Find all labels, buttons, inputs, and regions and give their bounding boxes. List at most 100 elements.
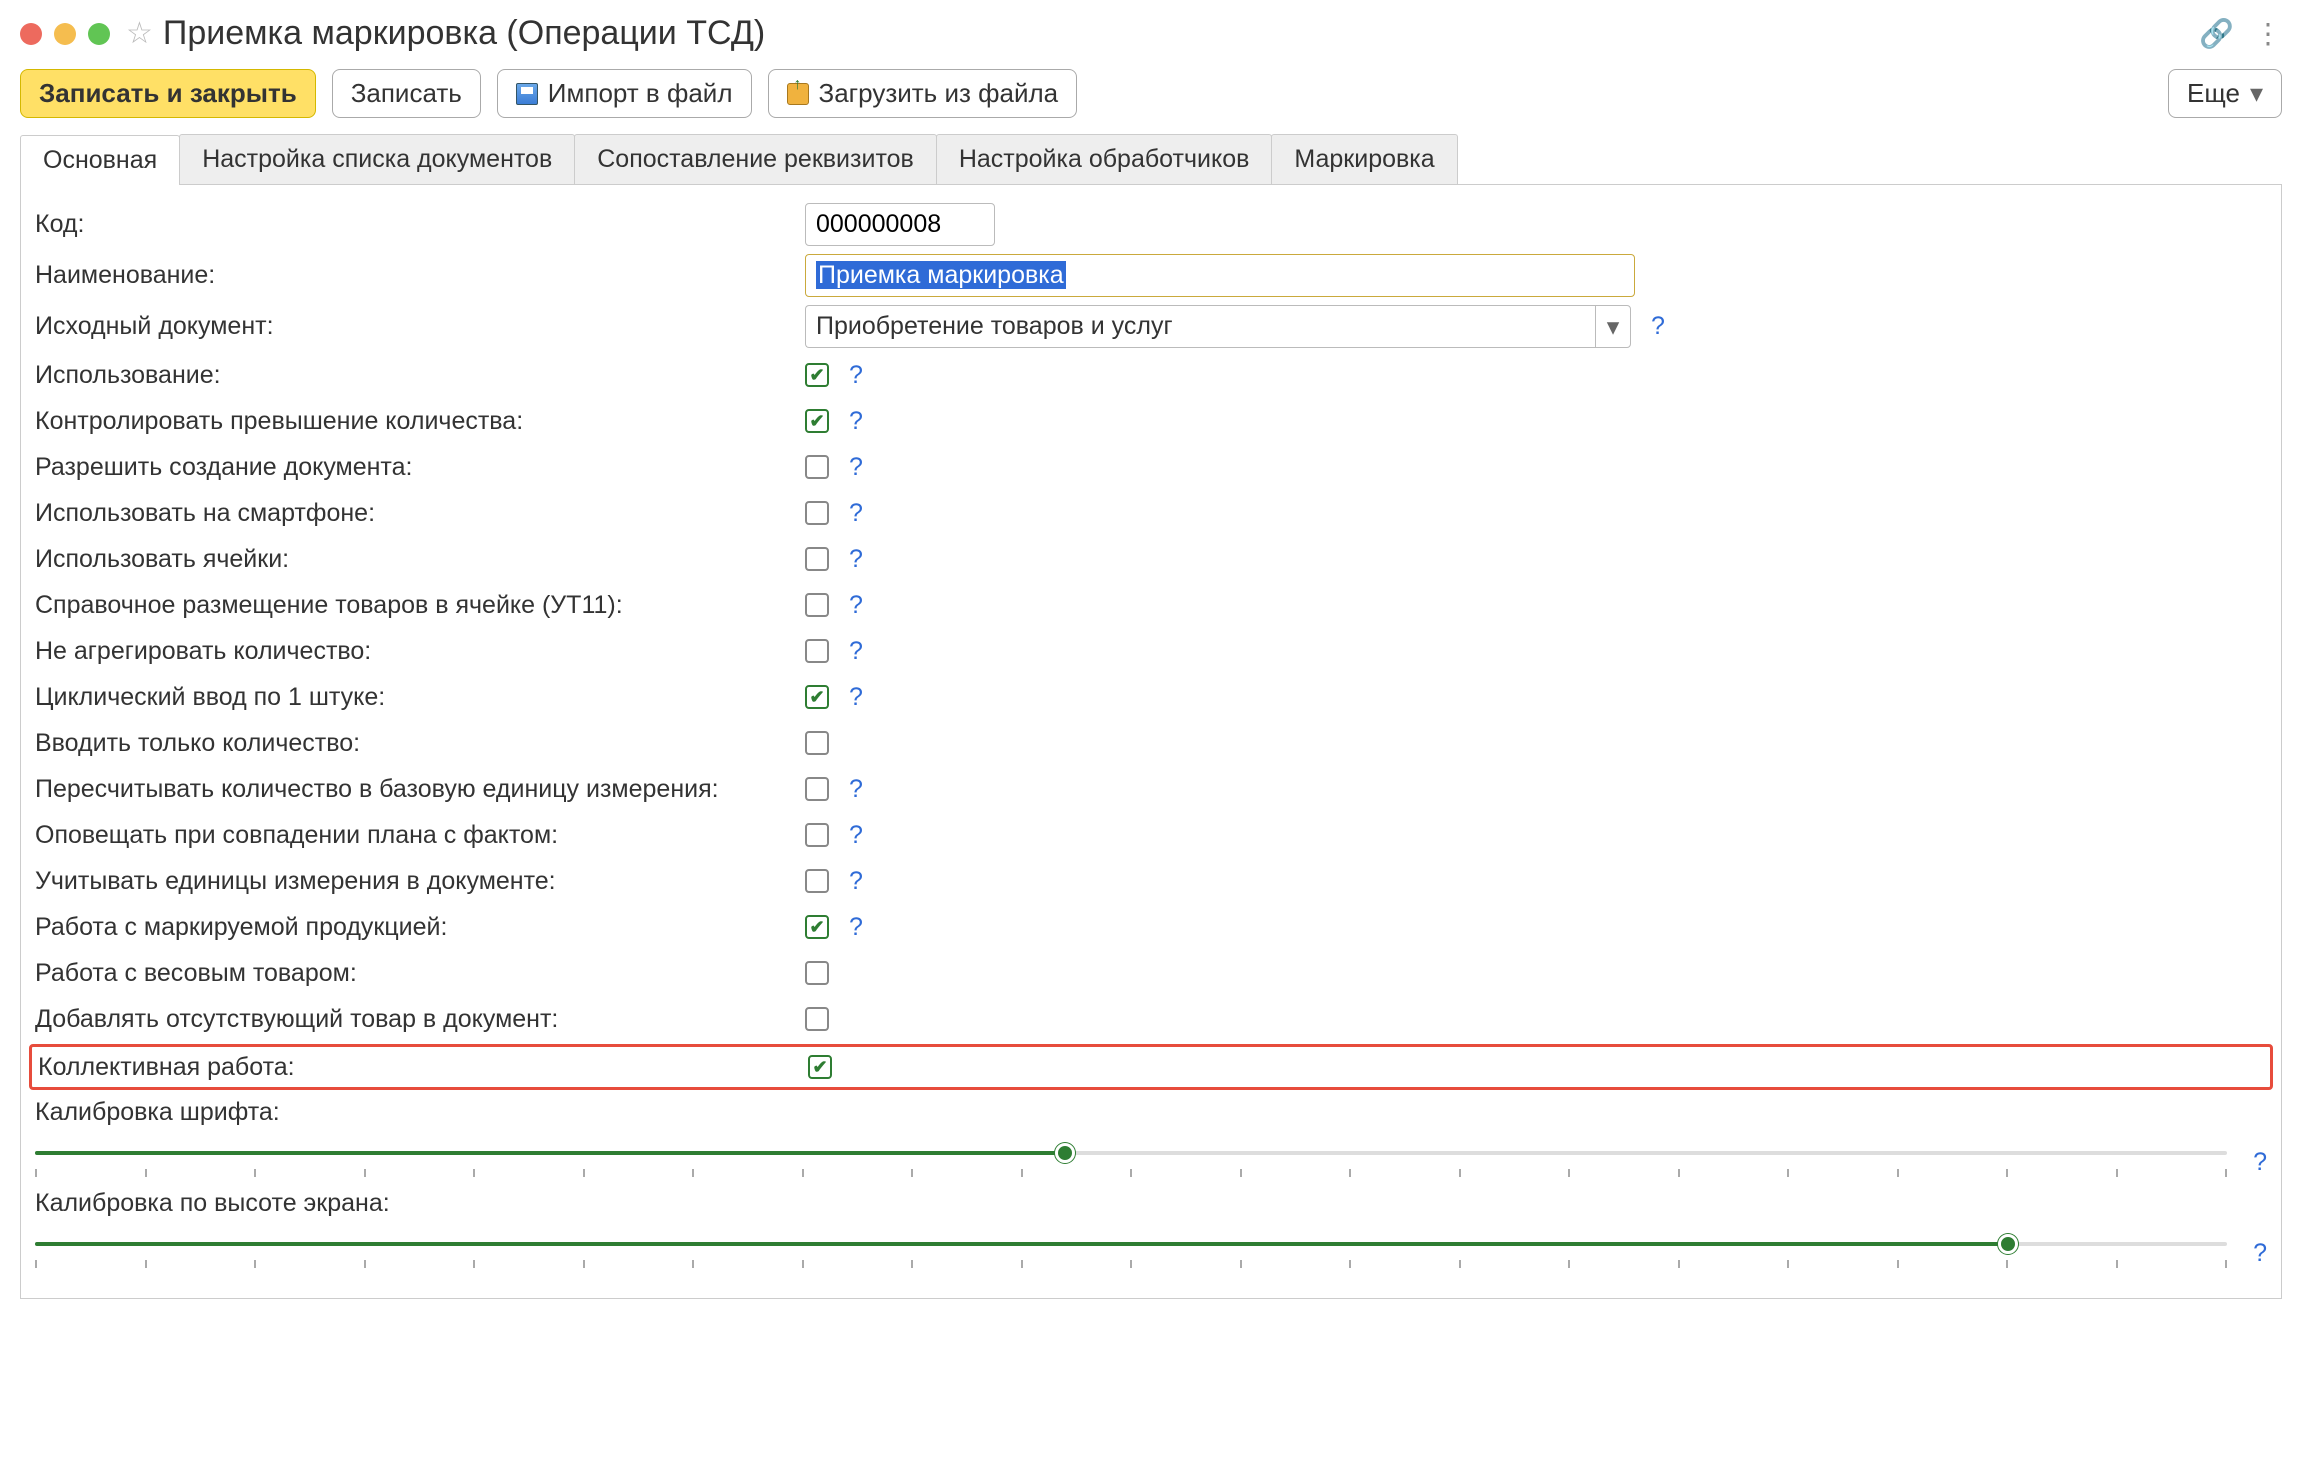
more-button[interactable]: Еще ▾	[2168, 69, 2282, 118]
tabs: ОсновнаяНастройка списка документовСопос…	[20, 134, 2282, 185]
checkbox[interactable]	[805, 501, 829, 525]
slider-ticks	[35, 1260, 2227, 1268]
code-label: Код:	[35, 210, 805, 239]
export-to-file-button[interactable]: Импорт в файл	[497, 69, 752, 118]
tab-2[interactable]: Сопоставление реквизитов	[574, 134, 937, 184]
checkbox[interactable]	[805, 593, 829, 617]
tab-4[interactable]: Маркировка	[1271, 134, 1457, 184]
source-doc-label: Исходный документ:	[35, 312, 805, 341]
check-row-2: Разрешить создание документа:?	[35, 444, 2267, 490]
slider-thumb[interactable]	[1998, 1234, 2018, 1254]
tab-3[interactable]: Настройка обработчиков	[936, 134, 1273, 184]
check-label: Справочное размещение товаров в ячейке (…	[35, 591, 805, 620]
help-icon[interactable]: ?	[849, 913, 863, 942]
maximize-window-icon[interactable]	[88, 23, 110, 45]
load-from-file-label: Загрузить из файла	[819, 78, 1059, 109]
help-icon[interactable]: ?	[849, 499, 863, 528]
checkbox[interactable]	[805, 731, 829, 755]
minimize-window-icon[interactable]	[54, 23, 76, 45]
checkbox[interactable]	[805, 639, 829, 663]
check-label: Контролировать превышение количества:	[35, 407, 805, 436]
check-label: Коллективная работа:	[38, 1053, 808, 1082]
font-calibration-block: Калибровка шрифта: ?	[35, 1092, 2267, 1183]
check-row-6: Не агрегировать количество:?	[35, 628, 2267, 674]
slider-thumb[interactable]	[1055, 1143, 1075, 1163]
help-icon[interactable]: ?	[849, 867, 863, 896]
name-input[interactable]: Приемка маркировка	[805, 254, 1635, 297]
checkbox[interactable]	[805, 1007, 829, 1031]
help-icon[interactable]: ?	[849, 775, 863, 804]
tab-0[interactable]: Основная	[20, 135, 180, 185]
code-input[interactable]	[805, 203, 995, 246]
help-icon[interactable]: ?	[849, 407, 863, 436]
check-row-12: Работа с маркируемой продукцией:?	[35, 904, 2267, 950]
source-doc-value: Приобретение товаров и услуг	[805, 305, 1595, 348]
font-calibration-label: Калибровка шрифта:	[35, 1098, 280, 1127]
more-label: Еще	[2187, 78, 2240, 109]
save-and-close-button[interactable]: Записать и закрыть	[20, 69, 316, 118]
traffic-lights	[20, 23, 110, 45]
help-icon[interactable]: ?	[1651, 312, 1665, 341]
check-row-0: Использование:?	[35, 352, 2267, 398]
checkbox[interactable]	[808, 1055, 832, 1079]
help-icon[interactable]: ?	[849, 683, 863, 712]
check-label: Пересчитывать количество в базовую едини…	[35, 775, 805, 804]
check-label: Разрешить создание документа:	[35, 453, 805, 482]
help-icon[interactable]: ?	[2253, 1148, 2267, 1177]
check-label: Использование:	[35, 361, 805, 390]
check-row-5: Справочное размещение товаров в ячейке (…	[35, 582, 2267, 628]
checkbox[interactable]	[805, 777, 829, 801]
check-label: Учитывать единицы измерения в документе:	[35, 867, 805, 896]
checkbox[interactable]	[805, 823, 829, 847]
source-doc-select[interactable]: Приобретение товаров и услуг ▾	[805, 305, 1631, 348]
help-icon[interactable]: ?	[849, 361, 863, 390]
checkbox[interactable]	[805, 869, 829, 893]
check-row-14: Добавлять отсутствующий товар в документ…	[35, 996, 2267, 1042]
check-row-4: Использовать ячейки:?	[35, 536, 2267, 582]
help-icon[interactable]: ?	[2253, 1239, 2267, 1268]
help-icon[interactable]: ?	[849, 545, 863, 574]
check-row-13: Работа с весовым товаром:	[35, 950, 2267, 996]
chevron-down-icon: ▾	[2250, 78, 2263, 109]
load-from-file-button[interactable]: Загрузить из файла	[768, 69, 1078, 118]
check-label: Вводить только количество:	[35, 729, 805, 758]
save-button[interactable]: Записать	[332, 69, 481, 118]
checkbox[interactable]	[805, 409, 829, 433]
help-icon[interactable]: ?	[849, 821, 863, 850]
check-label: Циклический ввод по 1 штуке:	[35, 683, 805, 712]
check-label: Не агрегировать количество:	[35, 637, 805, 666]
slider-fill	[35, 1151, 1065, 1155]
check-row-11: Учитывать единицы измерения в документе:…	[35, 858, 2267, 904]
help-icon[interactable]: ?	[849, 637, 863, 666]
height-calibration-slider[interactable]	[35, 1232, 2227, 1274]
kebab-menu-icon[interactable]: ⋮	[2254, 17, 2282, 50]
height-calibration-label: Калибровка по высоте экрана:	[35, 1189, 390, 1218]
close-window-icon[interactable]	[20, 23, 42, 45]
check-label: Работа с маркируемой продукцией:	[35, 913, 805, 942]
checkbox[interactable]	[805, 363, 829, 387]
export-to-file-label: Импорт в файл	[548, 78, 733, 109]
window-title: Приемка маркировка (Операции ТСД)	[163, 14, 765, 53]
tab-1[interactable]: Настройка списка документов	[179, 134, 575, 184]
main-tab-pane: Код: Наименование: Приемка маркировка Ис…	[20, 185, 2282, 1299]
checkbox[interactable]	[805, 455, 829, 479]
font-calibration-slider[interactable]	[35, 1141, 2227, 1183]
help-icon[interactable]: ?	[849, 453, 863, 482]
check-label: Работа с весовым товаром:	[35, 959, 805, 988]
checkbox[interactable]	[805, 961, 829, 985]
height-calibration-block: Калибровка по высоте экрана: ?	[35, 1183, 2267, 1274]
floppy-icon	[516, 83, 538, 105]
dropdown-icon[interactable]: ▾	[1595, 305, 1631, 348]
checkbox[interactable]	[805, 915, 829, 939]
favorite-star-icon[interactable]: ☆	[126, 16, 153, 51]
checkbox[interactable]	[805, 547, 829, 571]
name-input-selection: Приемка маркировка	[816, 261, 1066, 289]
link-icon[interactable]: 🔗	[2199, 17, 2234, 50]
toolbar: Записать и закрыть Записать Импорт в фай…	[20, 67, 2282, 134]
checkbox[interactable]	[805, 685, 829, 709]
window-header: ☆ Приемка маркировка (Операции ТСД) 🔗 ⋮	[20, 10, 2282, 67]
check-row-3: Использовать на смартфоне:?	[35, 490, 2267, 536]
name-label: Наименование:	[35, 261, 805, 290]
help-icon[interactable]: ?	[849, 591, 863, 620]
slider-ticks	[35, 1169, 2227, 1177]
